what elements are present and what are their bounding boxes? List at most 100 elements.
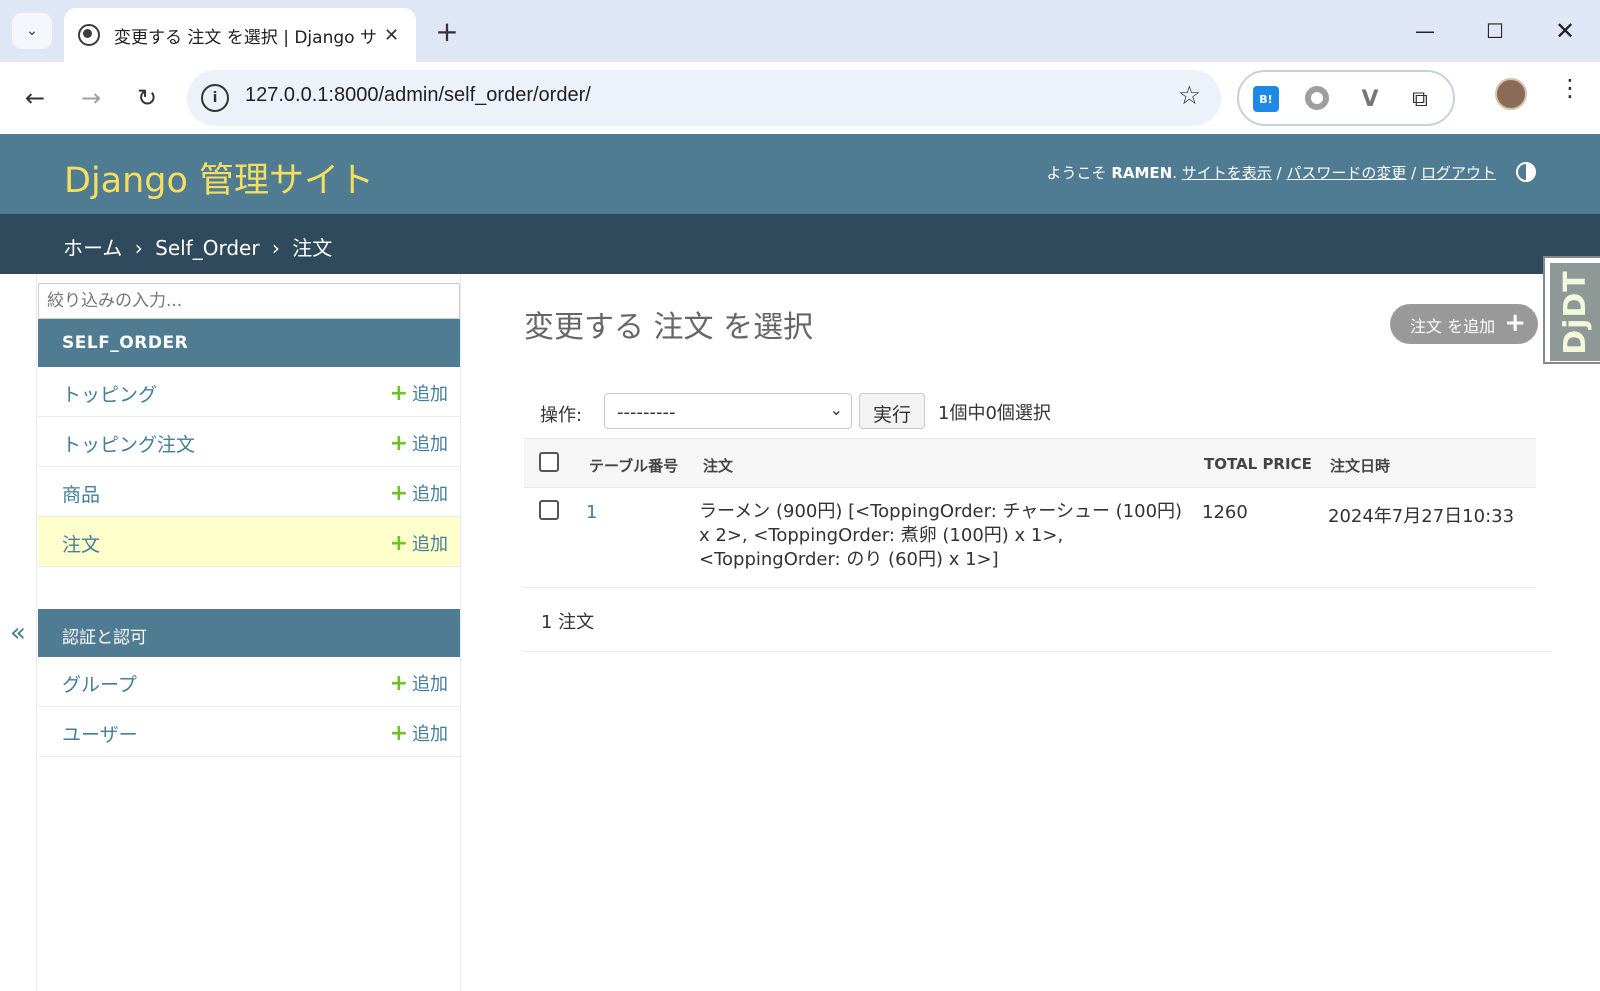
username: RAMEN (1111, 164, 1173, 182)
column-header-table-number[interactable]: テーブル番号 (589, 455, 678, 476)
sidebar-item-groups: グループ + 追加 (38, 657, 460, 707)
model-link[interactable]: 注文 (62, 530, 100, 557)
password-change-link[interactable]: パスワードの変更 (1286, 164, 1406, 182)
model-link[interactable]: 商品 (62, 480, 100, 507)
logout-link[interactable]: ログアウト (1421, 164, 1496, 182)
order-cell: ラーメン (900円) [<ToppingOrder: チャーシュー (100円… (699, 501, 1183, 570)
app-module-self-order: SELF_ORDER トッピング + 追加 トッピング注文 + 追加 商品 + 追加 … (38, 319, 460, 567)
paginator: 1 注文 (524, 588, 1552, 652)
model-link[interactable]: グループ (62, 670, 137, 697)
forward-button[interactable]: → (72, 79, 110, 117)
plus-icon: + (389, 381, 408, 406)
add-link[interactable]: + 追加 (390, 530, 448, 556)
column-header-total-price[interactable]: TOTAL PRICE (1204, 455, 1312, 473)
arrow-left-icon: ← (24, 84, 46, 112)
results-table: テーブル番号 注文 TOTAL PRICE 注文日時 1 ラーメン (900円)… (524, 438, 1536, 588)
sidebar-item-product: 商品 + 追加 (38, 467, 460, 517)
reload-button[interactable]: ↻ (128, 79, 166, 117)
total-price-cell: 1260 (1202, 502, 1248, 523)
view-site-link[interactable]: サイトを表示 (1182, 164, 1272, 182)
add-link[interactable]: + 追加 (390, 430, 448, 456)
double-chevron-left-icon: « (10, 617, 26, 648)
chevron-down-icon: ⌄ (829, 400, 843, 419)
add-order-label: 注文 を追加 (1410, 317, 1496, 336)
back-button[interactable]: ← (16, 79, 54, 117)
site-info-icon[interactable]: i (201, 84, 229, 112)
new-tab-button[interactable]: + (430, 14, 464, 48)
row-checkbox[interactable] (539, 500, 559, 520)
active-tab[interactable]: 変更する 注文 を選択 | Django サイト管理 ✕ (64, 8, 416, 62)
breadcrumb-current: 注文 (292, 236, 333, 260)
page-title: 変更する 注文 を選択 (524, 310, 814, 345)
reload-icon: ↻ (136, 84, 158, 112)
action-selected-option: --------- (617, 402, 676, 423)
breadcrumb-app[interactable]: Self_Order (155, 236, 259, 260)
arrow-right-icon: → (80, 84, 102, 112)
plus-icon: + (389, 531, 408, 556)
add-link[interactable]: + 追加 (390, 670, 448, 696)
plus-icon: + (389, 721, 408, 746)
add-link[interactable]: + 追加 (390, 720, 448, 746)
extensions-puzzle-icon[interactable]: ⧉ (1407, 86, 1433, 112)
module-header[interactable]: SELF_ORDER (38, 319, 460, 367)
model-link[interactable]: トッピング (62, 380, 157, 407)
select-all-checkbox[interactable] (539, 452, 559, 472)
address-bar[interactable]: i 127.0.0.1:8000/admin/self_order/order/… (187, 70, 1221, 126)
plus-icon: + (389, 671, 408, 696)
vue-devtools-icon[interactable]: V (1357, 86, 1383, 112)
theme-toggle-icon[interactable] (1516, 162, 1536, 182)
admin-header: Django 管理サイト ようこそ RAMEN. サイトを表示 / パスワードの… (0, 134, 1600, 214)
close-window-button[interactable]: ✕ (1545, 14, 1585, 48)
bookmark-star-icon[interactable]: ☆ (1178, 81, 1201, 111)
model-link[interactable]: ユーザー (62, 720, 138, 747)
user-tools: ようこそ RAMEN. サイトを表示 / パスワードの変更 / ログアウト (1046, 164, 1496, 182)
circle-extension-icon[interactable] (1305, 86, 1329, 110)
plus-icon: + (1504, 308, 1526, 338)
table-number-link[interactable]: 1 (586, 502, 597, 523)
sidebar-item-users: ユーザー + 追加 (38, 707, 460, 757)
sidebar-item-topping: トッピング + 追加 (38, 367, 460, 417)
browser-toolbar: ← → ↻ i 127.0.0.1:8000/admin/self_order/… (0, 62, 1600, 134)
action-select[interactable]: --------- ⌄ (604, 393, 852, 429)
column-header-ordered-at[interactable]: 注文日時 (1330, 455, 1390, 476)
sidebar-item-topping-order: トッピング注文 + 追加 (38, 417, 460, 467)
ordered-at-cell: 2024年7月27日10:33 (1328, 506, 1515, 527)
add-order-button[interactable]: 注文 を追加 + (1390, 304, 1538, 344)
module-header[interactable]: 認証と認可 (38, 609, 460, 657)
nav-filter-input[interactable] (38, 283, 460, 319)
welcome-text: ようこそ (1046, 164, 1107, 182)
table-row: 1 ラーメン (900円) [<ToppingOrder: チャーシュー (10… (524, 488, 1536, 588)
profile-avatar[interactable] (1495, 78, 1527, 110)
add-link[interactable]: + 追加 (390, 480, 448, 506)
extensions-group: B! V ⧉ (1237, 70, 1455, 126)
more-menu-icon[interactable]: ⋮ (1558, 76, 1582, 100)
breadcrumb-home[interactable]: ホーム (63, 236, 122, 260)
breadcrumb-separator: › (271, 236, 280, 260)
add-link[interactable]: + 追加 (390, 380, 448, 406)
chevron-down-icon: ⌄ (26, 23, 38, 39)
column-header-order[interactable]: 注文 (703, 455, 733, 476)
browser-chrome: ⌄ 変更する 注文 を選択 | Django サイト管理 ✕ + — ☐ ✕ ←… (0, 0, 1600, 134)
nav-sidebar: SELF_ORDER トッピング +追加 トッピング注文 +追加 商品 +追加 … (37, 274, 461, 991)
hatena-bookmark-icon[interactable]: B! (1253, 86, 1279, 112)
minimize-button[interactable]: — (1405, 14, 1445, 48)
app-module-auth: 認証と認可 グループ + 追加 ユーザー + 追加 (38, 609, 460, 757)
maximize-button[interactable]: ☐ (1475, 14, 1515, 48)
run-action-button[interactable]: 実行 (859, 393, 925, 429)
model-link[interactable]: トッピング注文 (62, 430, 195, 457)
globe-icon (78, 24, 100, 46)
plus-icon: + (389, 481, 408, 506)
tab-search-button[interactable]: ⌄ (12, 13, 52, 49)
close-tab-icon[interactable]: ✕ (384, 25, 399, 46)
tab-title: 変更する 注文 を選択 | Django サイト管理 (114, 27, 376, 48)
table-header: テーブル番号 注文 TOTAL PRICE 注文日時 (524, 438, 1536, 488)
tab-strip: ⌄ 変更する 注文 を選択 | Django サイト管理 ✕ + — ☐ ✕ (0, 0, 1600, 62)
action-label: 操作: (540, 405, 583, 426)
site-branding[interactable]: Django 管理サイト (64, 152, 374, 203)
breadcrumb-separator: › (134, 236, 143, 260)
url-text[interactable]: 127.0.0.1:8000/admin/self_order/order/ (245, 84, 591, 107)
main-content: 変更する 注文 を選択 注文 を追加 + 操作: --------- ⌄ 実行 … (461, 274, 1600, 991)
breadcrumb: ホーム › Self_Order › 注文 (0, 214, 1600, 274)
sidebar-item-order: 注文 + 追加 (38, 517, 460, 567)
sidebar-collapse-button[interactable]: « (0, 274, 37, 991)
